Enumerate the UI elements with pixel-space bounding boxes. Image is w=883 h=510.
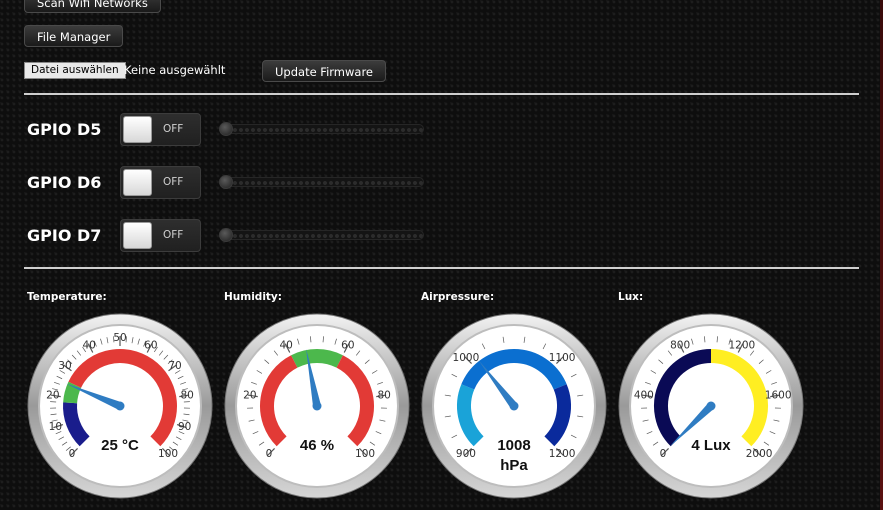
file-choose-button[interactable]: Datei auswählen bbox=[24, 62, 126, 79]
toggle-knob[interactable] bbox=[123, 222, 152, 249]
divider-top bbox=[24, 93, 859, 95]
gauge-needle-hub bbox=[115, 401, 125, 411]
tick-label: 800 bbox=[670, 339, 690, 351]
tick-label: 2000 bbox=[746, 448, 773, 460]
tick-label: 900 bbox=[456, 448, 476, 460]
tick-label: 80 bbox=[377, 389, 390, 401]
humidity-label: Humidity: bbox=[224, 291, 282, 303]
airpressure-label: Airpressure: bbox=[421, 291, 495, 303]
tick-label: 20 bbox=[243, 389, 256, 401]
toggle-state-text: OFF bbox=[163, 176, 184, 188]
airpressure-gauge: 900 1000 1100 1200 1008 hPa bbox=[421, 313, 607, 499]
gpio-d6-slider-handle[interactable] bbox=[219, 175, 233, 189]
tick-label: 50 bbox=[113, 332, 126, 344]
gauge-needle-hub bbox=[706, 401, 716, 411]
temperature-label: Temperature: bbox=[27, 291, 107, 303]
toggle-state-text: OFF bbox=[163, 123, 184, 135]
gauge-value-text: 25 °C bbox=[101, 437, 139, 454]
tick-label: 100 bbox=[355, 448, 375, 460]
gpio-d5-slider-handle[interactable] bbox=[219, 122, 233, 136]
gauge-value-text: 1008 bbox=[497, 437, 530, 454]
divider-middle bbox=[24, 267, 859, 269]
file-manager-button[interactable]: File Manager bbox=[24, 25, 124, 47]
file-status-text: Keine ausgewählt bbox=[124, 63, 226, 77]
tick-label: 1200 bbox=[549, 448, 576, 460]
tick-label: 70 bbox=[168, 360, 181, 372]
tick-label: 0 bbox=[266, 448, 273, 460]
tick-label: 40 bbox=[82, 339, 95, 351]
tick-label: 400 bbox=[634, 389, 654, 401]
tick-label: 60 bbox=[341, 339, 354, 351]
toggle-knob[interactable] bbox=[123, 116, 152, 143]
gpio-d7-label: GPIO D7 bbox=[27, 226, 102, 245]
gpio-d5-toggle[interactable]: OFF bbox=[120, 113, 201, 146]
toggle-knob[interactable] bbox=[123, 169, 152, 196]
gauge-needle-hub bbox=[509, 401, 519, 411]
gauge-value-text: 46 % bbox=[300, 437, 334, 454]
toggle-state-text: OFF bbox=[163, 229, 184, 241]
lux-gauge: 0 400 800 1200 1600 2000 4 Lux bbox=[618, 313, 804, 499]
gauge-value-text: 4 Lux bbox=[691, 437, 731, 454]
tick-label: 80 bbox=[180, 389, 193, 401]
tick-label: 90 bbox=[178, 421, 191, 433]
gpio-d5-label: GPIO D5 bbox=[27, 120, 102, 139]
gpio-d6-label: GPIO D6 bbox=[27, 173, 102, 192]
tick-label: 40 bbox=[279, 339, 292, 351]
tick-label: 0 bbox=[660, 448, 667, 460]
gpio-d7-slider[interactable] bbox=[219, 230, 424, 240]
gauge-unit-text: hPa bbox=[500, 457, 528, 474]
tick-label: 0 bbox=[69, 448, 76, 460]
gpio-d7-slider-handle[interactable] bbox=[219, 228, 233, 242]
gpio-d5-slider[interactable] bbox=[219, 124, 424, 134]
gauge-needle-hub bbox=[312, 401, 322, 411]
gpio-d6-slider[interactable] bbox=[219, 177, 424, 187]
temperature-gauge: 0 10 20 30 40 50 60 70 80 90 100 25 °C bbox=[27, 313, 213, 499]
tick-label: 1600 bbox=[765, 389, 792, 401]
tick-label: 1100 bbox=[549, 352, 576, 364]
gauge-band-1 bbox=[291, 349, 343, 368]
scan-wifi-button[interactable]: Scan Wifi Networks bbox=[24, 0, 161, 13]
tick-label: 30 bbox=[58, 360, 71, 372]
gpio-d7-toggle[interactable]: OFF bbox=[120, 219, 201, 252]
tick-label: 1200 bbox=[729, 339, 756, 351]
tick-label: 60 bbox=[144, 339, 157, 351]
tick-label: 20 bbox=[46, 389, 59, 401]
update-firmware-button[interactable]: Update Firmware bbox=[262, 60, 387, 82]
tick-label: 10 bbox=[49, 421, 62, 433]
humidity-gauge: 0 20 40 60 80 100 46 % bbox=[224, 313, 410, 499]
lux-label: Lux: bbox=[618, 291, 644, 303]
tick-label: 100 bbox=[158, 448, 178, 460]
tick-label: 1000 bbox=[453, 352, 480, 364]
gpio-d6-toggle[interactable]: OFF bbox=[120, 166, 201, 199]
